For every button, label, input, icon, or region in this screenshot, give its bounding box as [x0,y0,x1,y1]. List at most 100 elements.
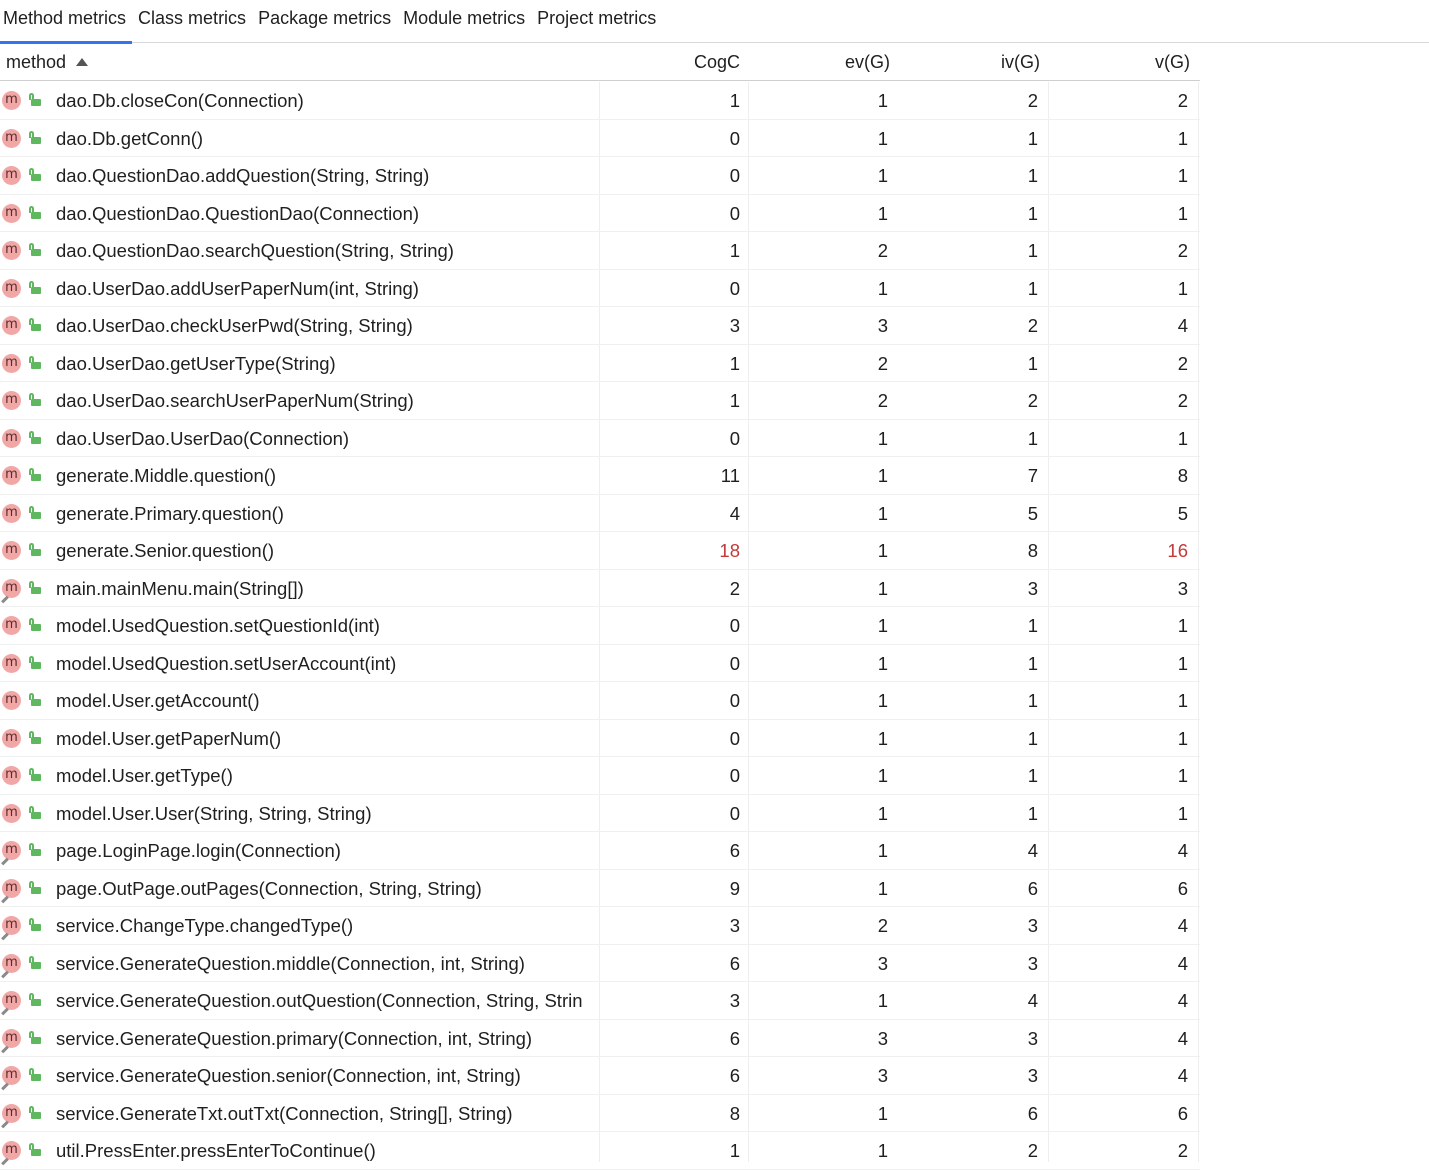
table-row[interactable]: m model.UsedQuestion.setQuestionId(int) 0 1… [0,607,1200,645]
table-row[interactable]: m service.ChangeType.changedType() 3 2 3 4 [0,907,1200,945]
iv-value: 3 [1027,915,1038,936]
ev-value: 1 [877,1140,888,1161]
table-row[interactable]: m dao.UserDao.searchUserPaperNum(String) 1… [0,382,1200,420]
tab-method-metrics[interactable]: Method metrics [0,0,133,44]
cogc-value: 3 [729,315,740,336]
public-access-icon [29,168,42,181]
method-icon: m [2,91,21,110]
tab-package-metrics[interactable]: Package metrics [252,0,397,43]
public-access-icon [29,918,42,931]
table-row[interactable]: m service.GenerateTxt.outTxt(Connection, … [0,1095,1200,1132]
tab-project-metrics[interactable]: Project metrics [531,0,662,43]
method-name: util.PressEnter.pressEnterToContinue() [56,1140,376,1161]
method-icon: m [2,878,21,898]
table-row[interactable]: m main.mainMenu.main(String[]) 2 1 3 3 [0,570,1200,607]
table-row[interactable]: m dao.UserDao.UserDao(Connection) 0 1 1 1 [0,420,1200,457]
table-row[interactable]: m dao.QuestionDao.searchQuestion(String, … [0,232,1200,270]
public-access-icon [29,955,42,969]
v-value: 4 [1177,1027,1188,1049]
cogc-value: 8 [729,1102,740,1124]
column-header-v[interactable]: v(G) [1050,52,1190,73]
column-header-ev[interactable]: ev(G) [750,52,890,73]
method-name: service.ChangeType.changedType() [56,915,354,936]
method-name: model.UsedQuestion.setUserAccount(int) [56,652,397,674]
table-row[interactable]: m page.OutPage.outPages(Connection, Strin… [0,870,1200,907]
public-access-icon [29,618,42,631]
cogc-value: 18 [719,540,740,561]
cogc-value: 6 [729,1027,740,1049]
table-row[interactable]: m dao.UserDao.checkUserPwd(String, String… [0,307,1200,345]
method-icon: m [2,166,21,185]
iv-value: 1 [1027,202,1038,224]
tab-class-metrics[interactable]: Class metrics [132,0,252,43]
ev-value: 1 [877,652,888,674]
column-header-iv[interactable]: iv(G) [900,52,1040,73]
method-name: service.GenerateQuestion.middle(Connecti… [56,952,525,974]
table-row[interactable]: m generate.Primary.question() 4 1 5 5 [0,495,1200,532]
method-icon: m [2,316,21,335]
v-value: 4 [1177,315,1188,336]
method-icon: m [2,1028,21,1048]
column-header-method[interactable]: method [6,52,89,73]
cogc-value: 0 [729,727,740,749]
table-row[interactable]: m page.LoginPage.login(Connection) 6 1 4 4 [0,832,1200,870]
table-row[interactable]: m dao.Db.closeCon(Connection) 1 1 2 2 [0,82,1200,120]
cogc-value: 1 [729,390,740,411]
table-row[interactable]: m dao.Db.getConn() 0 1 1 1 [0,120,1200,157]
column-header-cogc[interactable]: CogC [600,52,740,73]
public-access-icon [29,468,42,481]
table-row[interactable]: m model.User.getType() 0 1 1 1 [0,757,1200,795]
method-name: dao.Db.getConn() [56,127,204,149]
sort-ascending-icon [76,57,89,66]
method-icon: m [2,503,21,523]
method-icon: m [2,653,21,673]
method-icon: m [2,766,21,785]
cogc-value: 0 [729,765,740,786]
public-access-icon [29,280,42,294]
table-row[interactable]: m util.PressEnter.pressEnterToContinue() 1… [0,1132,1200,1170]
method-icon: m [2,616,21,635]
v-value: 2 [1177,240,1188,261]
ev-value: 3 [877,1065,888,1086]
cogc-value: 3 [729,915,740,936]
table-row[interactable]: m model.UsedQuestion.setUserAccount(int) 0… [0,645,1200,682]
table-row[interactable]: m service.GenerateQuestion.outQuestion(Co… [0,982,1200,1020]
method-name: model.UsedQuestion.setQuestionId(int) [56,615,380,636]
iv-value: 1 [1027,727,1038,749]
method-name: dao.QuestionDao.addQuestion(String, Stri… [56,165,430,186]
method-name: dao.UserDao.checkUserPwd(String, String) [56,315,413,336]
table-row[interactable]: m model.User.getAccount() 0 1 1 1 [0,682,1200,720]
table-row[interactable]: m service.GenerateQuestion.senior(Connect… [0,1057,1200,1095]
public-access-icon [29,655,42,669]
public-access-icon [29,993,42,1006]
iv-value: 1 [1027,690,1038,711]
tab-module-metrics[interactable]: Module metrics [397,0,531,43]
ev-value: 1 [877,1102,888,1124]
public-access-icon [29,393,42,406]
table-row[interactable]: m dao.UserDao.addUserPaperNum(int, String… [0,270,1200,307]
table-row[interactable]: m generate.Middle.question() 11 1 7 8 [0,457,1200,495]
iv-value: 5 [1027,502,1038,524]
table-row[interactable]: m dao.QuestionDao.addQuestion(String, Str… [0,157,1200,195]
v-value: 6 [1177,877,1188,899]
table-row[interactable]: m model.User.User(String, String, String)… [0,795,1200,832]
ev-value: 1 [877,990,888,1011]
cogc-value: 1 [729,352,740,374]
cogc-value: 11 [720,465,740,486]
v-value: 4 [1177,990,1188,1011]
method-icon: m [2,953,21,973]
ev-value: 1 [877,840,888,861]
table-row[interactable]: m generate.Senior.question() 18 1 8 16 [0,532,1200,570]
table-row[interactable]: m dao.UserDao.getUserType(String) 1 2 1 2 [0,345,1200,382]
method-icon: m [2,391,21,410]
public-access-icon [29,355,42,369]
table-row[interactable]: m service.GenerateQuestion.middle(Connect… [0,945,1200,982]
method-name: dao.UserDao.UserDao(Connection) [56,427,350,449]
public-access-icon [29,93,42,106]
table-row[interactable]: m service.GenerateQuestion.primary(Connec… [0,1020,1200,1057]
method-name: model.User.User(String, String, String) [56,802,372,824]
metrics-tab-bar: Method metrics Class metrics Package met… [0,0,1429,44]
table-row[interactable]: m dao.QuestionDao.QuestionDao(Connection)… [0,195,1200,232]
ev-value: 1 [877,540,888,561]
table-row[interactable]: m model.User.getPaperNum() 0 1 1 1 [0,720,1200,757]
